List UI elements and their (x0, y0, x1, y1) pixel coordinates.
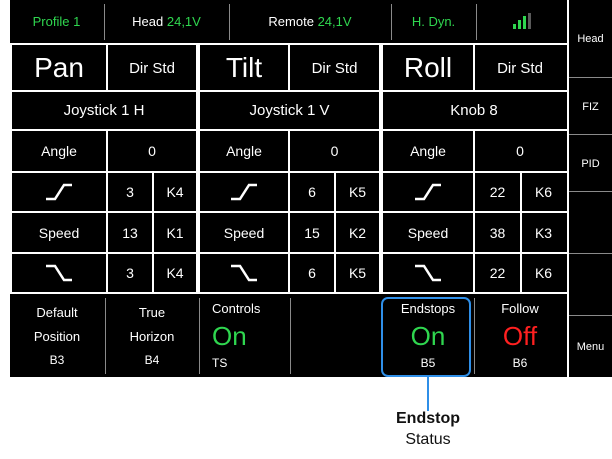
follow-value: Off (502, 320, 538, 351)
ramp-up-icon (200, 173, 288, 211)
remote-voltage: 24,1V (317, 13, 352, 29)
signal-strength (477, 0, 567, 42)
ramp-down-icon (12, 254, 106, 292)
tilt-angle-value[interactable]: 0 (290, 131, 379, 171)
profile-indicator[interactable]: Profile 1 (10, 0, 103, 42)
tilt-ramp-down-value[interactable]: 6 (290, 254, 334, 292)
controls-toggle[interactable]: Controls On TS (200, 296, 290, 375)
pan-ramp-down-key: K4 (166, 265, 184, 281)
default-key: B3 (49, 352, 65, 367)
tilt-direction[interactable]: Dir Std (290, 46, 379, 90)
gimbal-control-screen: Profile 1 Head 24,1V Remote 24,1V H. Dyn… (10, 0, 612, 377)
roll-angle-value[interactable]: 0 (475, 131, 565, 171)
pan-ramp-up-value[interactable]: 3 (108, 173, 152, 211)
controls-label: Controls (212, 301, 261, 317)
follow-key: B6 (512, 355, 528, 370)
tilt-speed-label: Speed (223, 224, 265, 241)
remote-voltage-status: Remote 24,1V (230, 0, 390, 42)
callout-title: Endstop (396, 410, 460, 427)
ramp-down-icon (200, 254, 288, 292)
tilt-speed-value[interactable]: 15 (290, 213, 334, 252)
pan-input-source[interactable]: Joystick 1 H (12, 92, 196, 129)
side-tab-pid[interactable]: PID (569, 135, 612, 192)
controls-value: On (212, 320, 247, 351)
roll-ramp-down-key: K6 (534, 265, 553, 281)
pan-angle-value[interactable]: 0 (108, 131, 196, 171)
side-tab-fiz[interactable]: FIZ (569, 78, 612, 135)
head-voltage-status: Head 24,1V (105, 0, 228, 42)
tilt-input-source[interactable]: Joystick 1 V (200, 92, 379, 129)
side-tab-head[interactable]: Head (569, 0, 612, 78)
roll-angle-label: Angle (410, 143, 446, 159)
tilt-ramp-up-value[interactable]: 6 (290, 173, 334, 211)
roll-ramp-down-value[interactable]: 22 (475, 254, 520, 292)
true-label: True (138, 304, 166, 320)
true-horizon-key: B4 (144, 352, 160, 367)
horizon-label: Horizon (129, 328, 175, 344)
head-voltage: 24,1V (166, 13, 201, 29)
callout-leader-line (427, 377, 429, 411)
roll-speed-value[interactable]: 38 (475, 213, 520, 252)
follow-toggle[interactable]: Follow Off B6 (475, 296, 565, 375)
ramp-up-icon (12, 173, 106, 211)
roll-direction[interactable]: Dir Std (475, 46, 565, 90)
true-horizon-button[interactable]: True Horizon B4 (106, 296, 198, 375)
side-tab-empty-1[interactable] (569, 192, 612, 254)
pan-speed-label: Speed (38, 224, 80, 241)
ramp-down-icon (383, 254, 473, 292)
pan-ramp-down-value[interactable]: 3 (108, 254, 152, 292)
ramp-up-icon (383, 173, 473, 211)
head-label: Head (132, 13, 164, 29)
tilt-ramp-up-key: K5 (348, 184, 367, 200)
axis-name-tilt: Tilt (225, 52, 263, 83)
remote-label: Remote (268, 13, 314, 29)
signal-bars-icon (513, 13, 531, 29)
roll-input-source[interactable]: Knob 8 (383, 92, 565, 129)
mode-indicator[interactable]: H. Dyn. (392, 0, 475, 42)
tilt-angle-label: Angle (226, 143, 262, 159)
pan-speed-value[interactable]: 13 (108, 213, 152, 252)
roll-ramp-up-value[interactable]: 22 (475, 173, 520, 211)
position-label: Position (33, 328, 81, 344)
side-tab-empty-2[interactable] (569, 254, 612, 316)
tilt-speed-key: K2 (348, 224, 367, 241)
roll-speed-label: Speed (407, 224, 449, 241)
tilt-ramp-down-key: K5 (348, 265, 367, 281)
default-position-button[interactable]: Default Position B3 (10, 296, 104, 375)
roll-speed-key: K3 (534, 224, 553, 241)
pan-direction[interactable]: Dir Std (108, 46, 196, 90)
endstop-highlight-box (381, 297, 471, 377)
controls-key: TS (212, 355, 228, 370)
callout-subtitle: Status (405, 431, 451, 448)
side-tab-menu[interactable]: Menu (569, 316, 612, 377)
default-label: Default (36, 304, 78, 320)
follow-label: Follow (501, 301, 539, 317)
pan-angle-label: Angle (41, 143, 77, 159)
pan-ramp-up-key: K4 (166, 184, 184, 200)
roll-ramp-up-key: K6 (534, 184, 553, 200)
pan-speed-key: K1 (166, 224, 184, 241)
axis-name-pan: Pan (34, 52, 84, 83)
axis-name-roll: Roll (403, 52, 453, 83)
